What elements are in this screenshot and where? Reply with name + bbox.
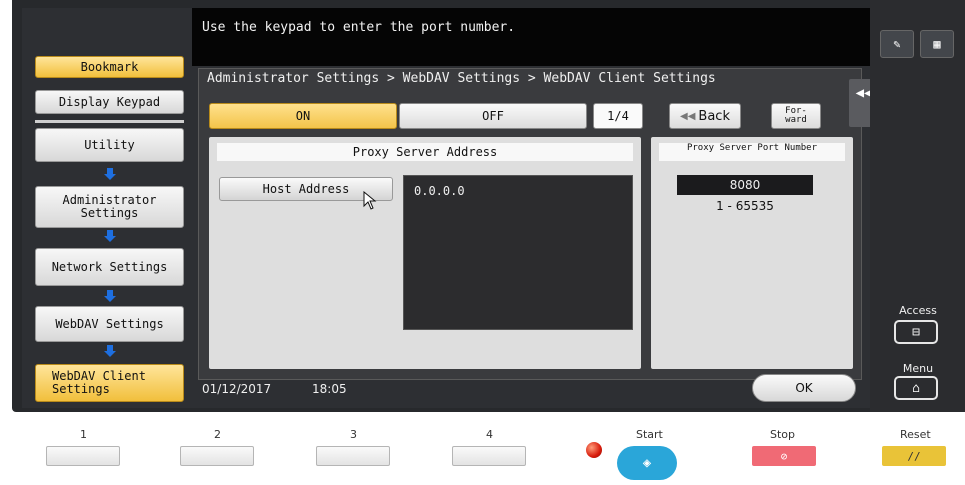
menu-label: Menu	[902, 362, 934, 375]
key-3-button[interactable]	[316, 446, 390, 466]
key-1-button[interactable]	[46, 446, 120, 466]
touch-screen: Use the keypad to enter the port number.…	[22, 8, 870, 408]
access-button[interactable]: ⊟	[894, 320, 938, 344]
key-2-label: 2	[214, 428, 221, 441]
port-number-field[interactable]: 8080	[677, 175, 813, 195]
proxy-port-header: Proxy Server Port Number	[659, 143, 845, 161]
start-diamond-icon: ◈	[642, 455, 652, 471]
edit-button[interactable]: ✎	[880, 30, 914, 58]
nav-webdav-client-settings[interactable]: WebDAV Client Settings	[35, 364, 184, 402]
nav-network-settings[interactable]: Network Settings	[35, 248, 184, 286]
port-range-text: 1 - 65535	[716, 199, 774, 213]
down-arrow-icon	[104, 345, 116, 357]
key-4-label: 4	[486, 428, 493, 441]
reset-label: Reset	[900, 428, 931, 441]
display-keypad-button[interactable]: Display Keypad	[35, 90, 184, 114]
settings-panel: Administrator Settings > WebDAV Settings…	[198, 68, 870, 380]
key-3-label: 3	[350, 428, 357, 441]
breadcrumb: Administrator Settings > WebDAV Settings…	[207, 71, 716, 86]
side-panel: ✎ ▦ Access ⊟ Menu ⌂	[870, 0, 965, 412]
access-label: Access	[899, 304, 937, 317]
start-label: Start	[636, 428, 663, 441]
keypad-button[interactable]: ▦	[920, 30, 954, 58]
reset-button[interactable]: //	[882, 446, 946, 466]
down-arrow-icon	[104, 168, 116, 180]
proxy-port-section: Proxy Server Port Number 8080 1 - 65535	[651, 137, 853, 369]
key-2-button[interactable]	[180, 446, 254, 466]
host-address-value: 0.0.0.0	[414, 184, 465, 198]
host-address-field[interactable]: 0.0.0.0	[403, 175, 633, 330]
status-led	[586, 442, 602, 458]
double-left-arrow-icon: ◀◀	[680, 110, 696, 122]
message-bar: Use the keypad to enter the port number.	[192, 8, 870, 66]
down-arrow-icon	[104, 230, 116, 242]
message-text: Use the keypad to enter the port number.	[202, 20, 516, 35]
stop-icon: ⊘	[780, 449, 788, 463]
keypad-icon: ▦	[933, 37, 941, 51]
bookmark-button[interactable]: Bookmark	[35, 56, 184, 78]
nav-divider	[35, 120, 184, 123]
key-4-button[interactable]	[452, 446, 526, 466]
nav-administrator-settings[interactable]: Administrator Settings	[35, 186, 184, 228]
collapse-button[interactable]: ◀◀	[849, 79, 870, 127]
off-button[interactable]: OFF	[399, 103, 587, 129]
key-1-label: 1	[80, 428, 87, 441]
pencil-icon: ✎	[893, 37, 901, 51]
proxy-address-section: Proxy Server Address Host Address 0.0.0.…	[209, 137, 641, 369]
access-icon: ⊟	[912, 324, 920, 340]
stop-label: Stop	[770, 428, 796, 441]
menu-button[interactable]: ⌂	[894, 376, 938, 400]
reset-slash-icon: //	[907, 449, 921, 463]
on-button[interactable]: ON	[209, 103, 397, 129]
home-icon: ⌂	[912, 380, 920, 396]
mouse-cursor-icon	[363, 191, 377, 210]
time-display: 18:05	[312, 382, 347, 396]
proxy-address-header: Proxy Server Address	[217, 143, 633, 161]
down-arrow-icon	[104, 290, 116, 302]
nav-utility[interactable]: Utility	[35, 128, 184, 162]
nav-webdav-settings[interactable]: WebDAV Settings	[35, 306, 184, 342]
forward-button[interactable]: For- ward	[771, 103, 821, 129]
date-display: 01/12/2017	[202, 382, 272, 396]
back-label: Back	[698, 108, 730, 124]
back-button[interactable]: ◀◀ Back	[669, 103, 741, 129]
page-indicator: 1/4	[593, 103, 643, 129]
ok-button[interactable]: OK	[752, 374, 856, 402]
start-button[interactable]: ◈	[617, 446, 677, 480]
stop-button[interactable]: ⊘	[752, 446, 816, 466]
double-left-arrow-icon: ◀◀	[855, 85, 870, 101]
